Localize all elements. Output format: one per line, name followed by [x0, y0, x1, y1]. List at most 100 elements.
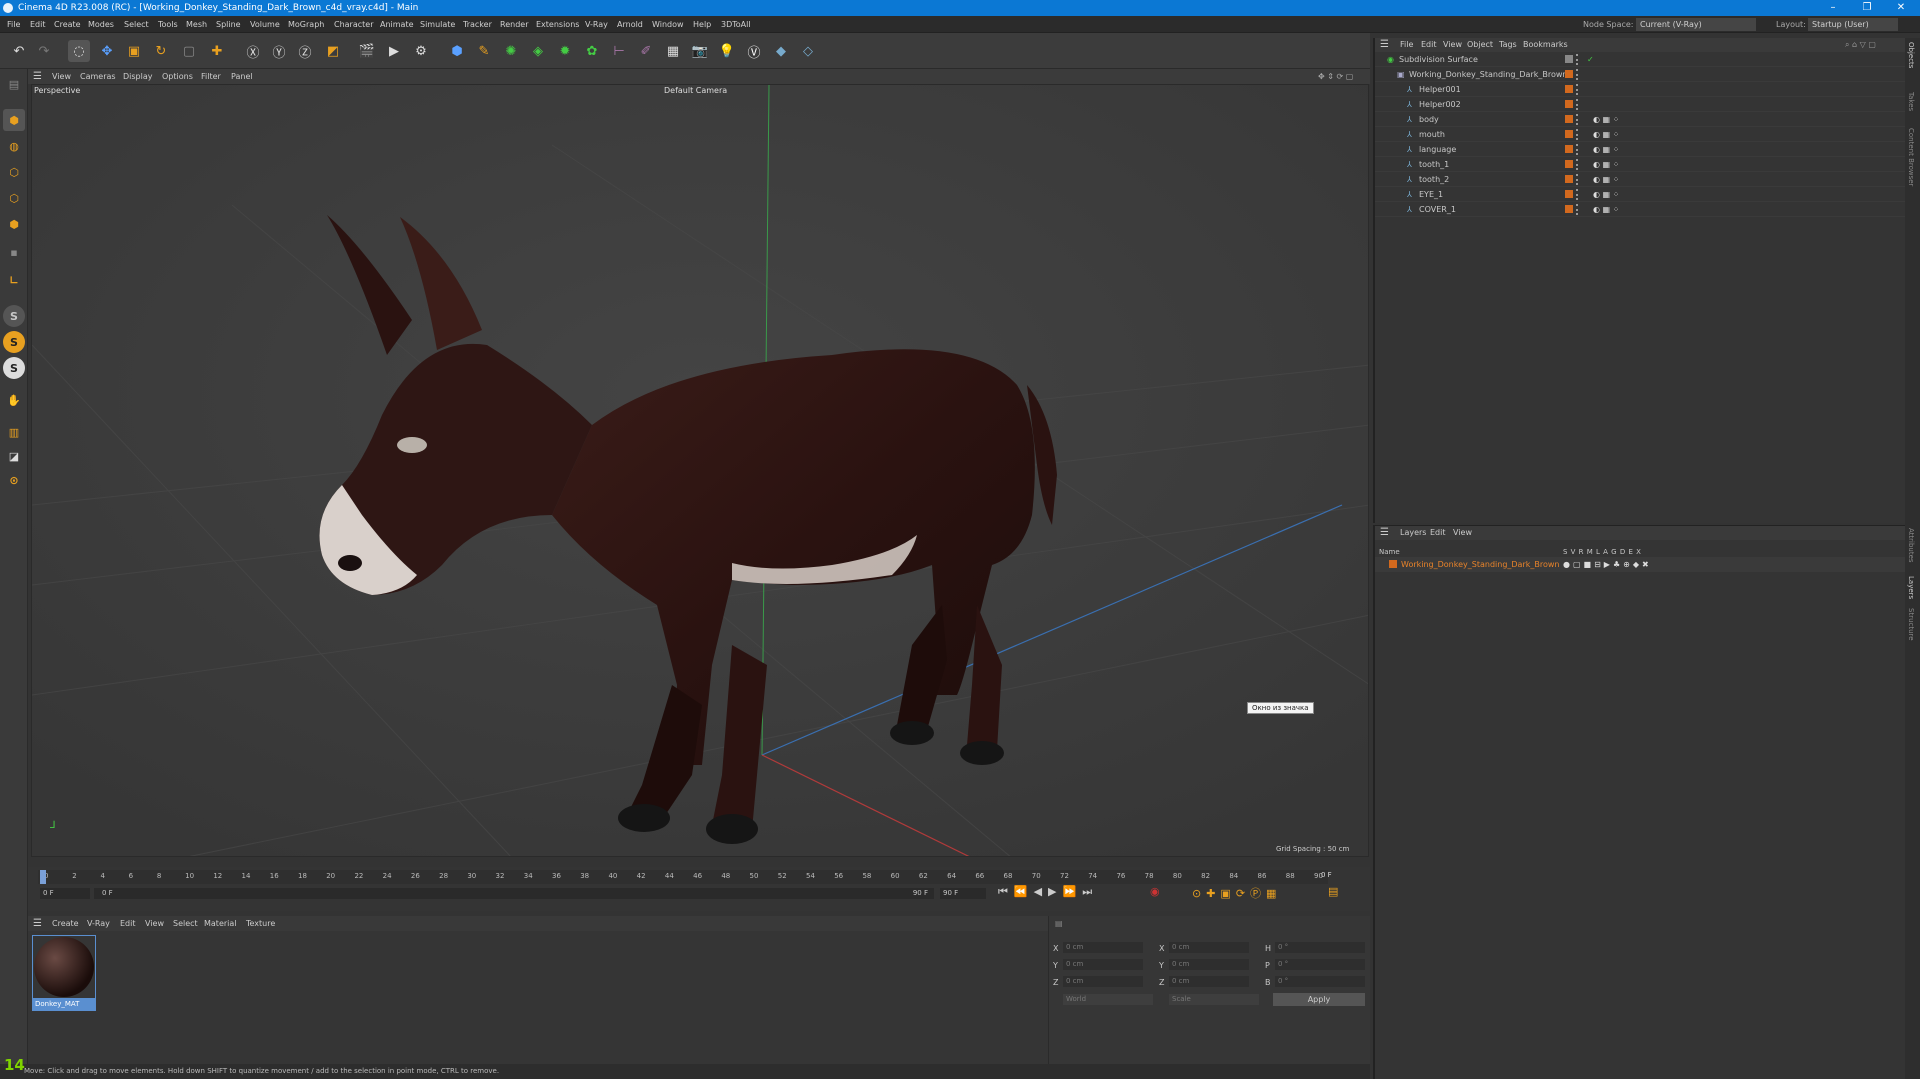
apply-button[interactable]: Apply: [1273, 993, 1365, 1006]
node-space-select[interactable]: Current (V-Ray): [1636, 18, 1756, 31]
menu-extensions[interactable]: Extensions: [536, 16, 579, 33]
layer-color-swatch[interactable]: [1389, 560, 1397, 568]
live-selection-icon[interactable]: ◌: [68, 40, 90, 62]
y-position-field[interactable]: 0 cm: [1063, 959, 1143, 970]
scale-tool-icon[interactable]: ▣: [123, 40, 145, 62]
spline-pen-icon[interactable]: ✐: [635, 40, 657, 62]
mat-menu-edit[interactable]: Edit: [120, 916, 136, 931]
visibility-dots-icon[interactable]: [1576, 174, 1579, 185]
object-row[interactable]: ⅄ COVER_1 ◐ ▦ ⁘: [1375, 202, 1907, 217]
menu-character[interactable]: Character: [334, 16, 374, 33]
menu-select[interactable]: Select: [124, 16, 149, 33]
menu-file[interactable]: File: [7, 16, 20, 33]
field-icon[interactable]: ⊢: [608, 40, 630, 62]
tab-structure[interactable]: Structure: [1907, 608, 1915, 641]
visibility-dots-icon[interactable]: [1576, 204, 1579, 215]
lock-workplane-icon[interactable]: ◪: [3, 445, 25, 467]
visibility-dots-icon[interactable]: [1576, 99, 1579, 110]
points-mode-icon[interactable]: ⬡: [3, 161, 25, 183]
snap-settings-icon[interactable]: ⊙: [3, 469, 25, 491]
viewport-hamburger-icon[interactable]: ☰: [33, 69, 42, 84]
material-tags-icon[interactable]: ◐ ▦ ⁘: [1593, 127, 1619, 142]
layer-color-swatch[interactable]: [1565, 85, 1573, 93]
restore-icon[interactable]: ❐: [1852, 0, 1882, 16]
light-icon[interactable]: 💡: [716, 40, 738, 62]
viewport-camera-label[interactable]: Default Camera: [664, 86, 727, 95]
move-tool-icon[interactable]: ✥: [96, 40, 118, 62]
grid-icon[interactable]: ▥: [3, 421, 25, 443]
coordinate-mode-select[interactable]: World: [1063, 994, 1153, 1005]
deformer-icon[interactable]: ✹: [554, 40, 576, 62]
viewport-menu-panel[interactable]: Panel: [231, 69, 253, 84]
tab-attributes[interactable]: Attributes: [1907, 528, 1915, 563]
camera-icon[interactable]: 📷: [689, 40, 711, 62]
layers-hamburger-icon[interactable]: ☰: [1380, 526, 1389, 540]
material-hamburger-icon[interactable]: ☰: [33, 916, 42, 931]
object-row[interactable]: ⅄ tooth_1 ◐ ▦ ⁘: [1375, 157, 1907, 172]
tab-takes[interactable]: Takes: [1907, 92, 1915, 111]
viewport-menu-filter[interactable]: Filter: [201, 69, 221, 84]
polygons-mode-icon[interactable]: ⬢: [3, 213, 25, 235]
workplane-icon[interactable]: ✋: [3, 389, 25, 411]
layer-color-swatch[interactable]: [1565, 175, 1573, 183]
layer-color-swatch[interactable]: [1565, 130, 1573, 138]
mograph-icon[interactable]: ✿: [581, 40, 603, 62]
snap-icon[interactable]: ∟: [3, 269, 25, 291]
mat-menu-vray[interactable]: V-Ray: [87, 916, 110, 931]
cube-icon[interactable]: ⬢: [446, 40, 468, 62]
menu-window[interactable]: Window: [652, 16, 684, 33]
material-tags-icon[interactable]: ◐ ▦ ⁘: [1593, 112, 1619, 127]
make-editable-icon[interactable]: ▤: [3, 73, 25, 95]
tab-content-browser[interactable]: Content Browser: [1907, 128, 1915, 186]
minimize-icon[interactable]: –: [1818, 0, 1848, 16]
render-picture-viewer-icon[interactable]: ▶: [383, 40, 405, 62]
keyframe-tools-icon[interactable]: ⊙✚▣⟳Ⓟ▦: [1192, 885, 1281, 901]
enabled-check-icon[interactable]: ✓: [1587, 52, 1594, 67]
object-row[interactable]: ▣ Working_Donkey_Standing_Dark_Brown: [1375, 67, 1907, 82]
python-icon[interactable]: ◆: [770, 40, 792, 62]
material-swatch[interactable]: Donkey_MAT: [32, 935, 96, 1011]
solo-off-icon[interactable]: S: [3, 357, 25, 379]
floor-icon[interactable]: ▦: [662, 40, 684, 62]
object-row[interactable]: ⅄ language ◐ ▦ ⁘: [1375, 142, 1907, 157]
object-row[interactable]: ⅄ body ◐ ▦ ⁘: [1375, 112, 1907, 127]
rotate-tool-icon[interactable]: ↻: [150, 40, 172, 62]
edges-mode-icon[interactable]: ⬡: [3, 187, 25, 209]
undo-icon[interactable]: ↶: [8, 40, 30, 62]
layer-menu-layers[interactable]: Layers: [1400, 526, 1426, 540]
mat-menu-select[interactable]: Select: [173, 916, 198, 931]
material-tags-icon[interactable]: ◐ ▦ ⁘: [1593, 142, 1619, 157]
menu-tools[interactable]: Tools: [158, 16, 178, 33]
tab-objects[interactable]: Objects: [1907, 42, 1915, 68]
visibility-dots-icon[interactable]: [1576, 84, 1579, 95]
layer-color-swatch[interactable]: [1565, 115, 1573, 123]
playhead[interactable]: [40, 870, 46, 884]
solo-icon[interactable]: S: [3, 305, 25, 327]
material-tags-icon[interactable]: ◐ ▦ ⁘: [1593, 157, 1619, 172]
script-icon[interactable]: ◇: [797, 40, 819, 62]
menu-volume[interactable]: Volume: [250, 16, 280, 33]
viewport-menu-display[interactable]: Display: [123, 69, 153, 84]
visibility-dots-icon[interactable]: [1576, 69, 1579, 80]
material-tags-icon[interactable]: ◐ ▦ ⁘: [1593, 172, 1619, 187]
start-frame-field[interactable]: 0 F: [40, 888, 90, 899]
render-view-icon[interactable]: 🎬: [356, 40, 378, 62]
menu-spline[interactable]: Spline: [216, 16, 241, 33]
tab-layers[interactable]: Layers: [1907, 576, 1915, 599]
layer-color-swatch[interactable]: [1565, 145, 1573, 153]
layer-color-swatch[interactable]: [1565, 190, 1573, 198]
menu-create[interactable]: Create: [54, 16, 81, 33]
scale-mode-select[interactable]: Scale: [1169, 994, 1259, 1005]
x-position-field[interactable]: 0 cm: [1063, 942, 1143, 953]
layer-color-swatch[interactable]: [1565, 160, 1573, 168]
y-size-field[interactable]: 0 cm: [1169, 959, 1249, 970]
visibility-dots-icon[interactable]: [1576, 129, 1579, 140]
objects-hamburger-icon[interactable]: ☰: [1380, 38, 1389, 52]
object-row[interactable]: ⅄ Helper002: [1375, 97, 1907, 112]
object-search-icons[interactable]: ⌕ ⌂ ▽ ▢: [1845, 38, 1876, 52]
z-position-field[interactable]: 0 cm: [1063, 976, 1143, 987]
menu-edit[interactable]: Edit: [30, 16, 46, 33]
timeline-settings-icon[interactable]: ▤: [1328, 885, 1338, 898]
subdivision-icon[interactable]: ◈: [527, 40, 549, 62]
obj-menu-bookmarks[interactable]: Bookmarks: [1523, 38, 1568, 52]
